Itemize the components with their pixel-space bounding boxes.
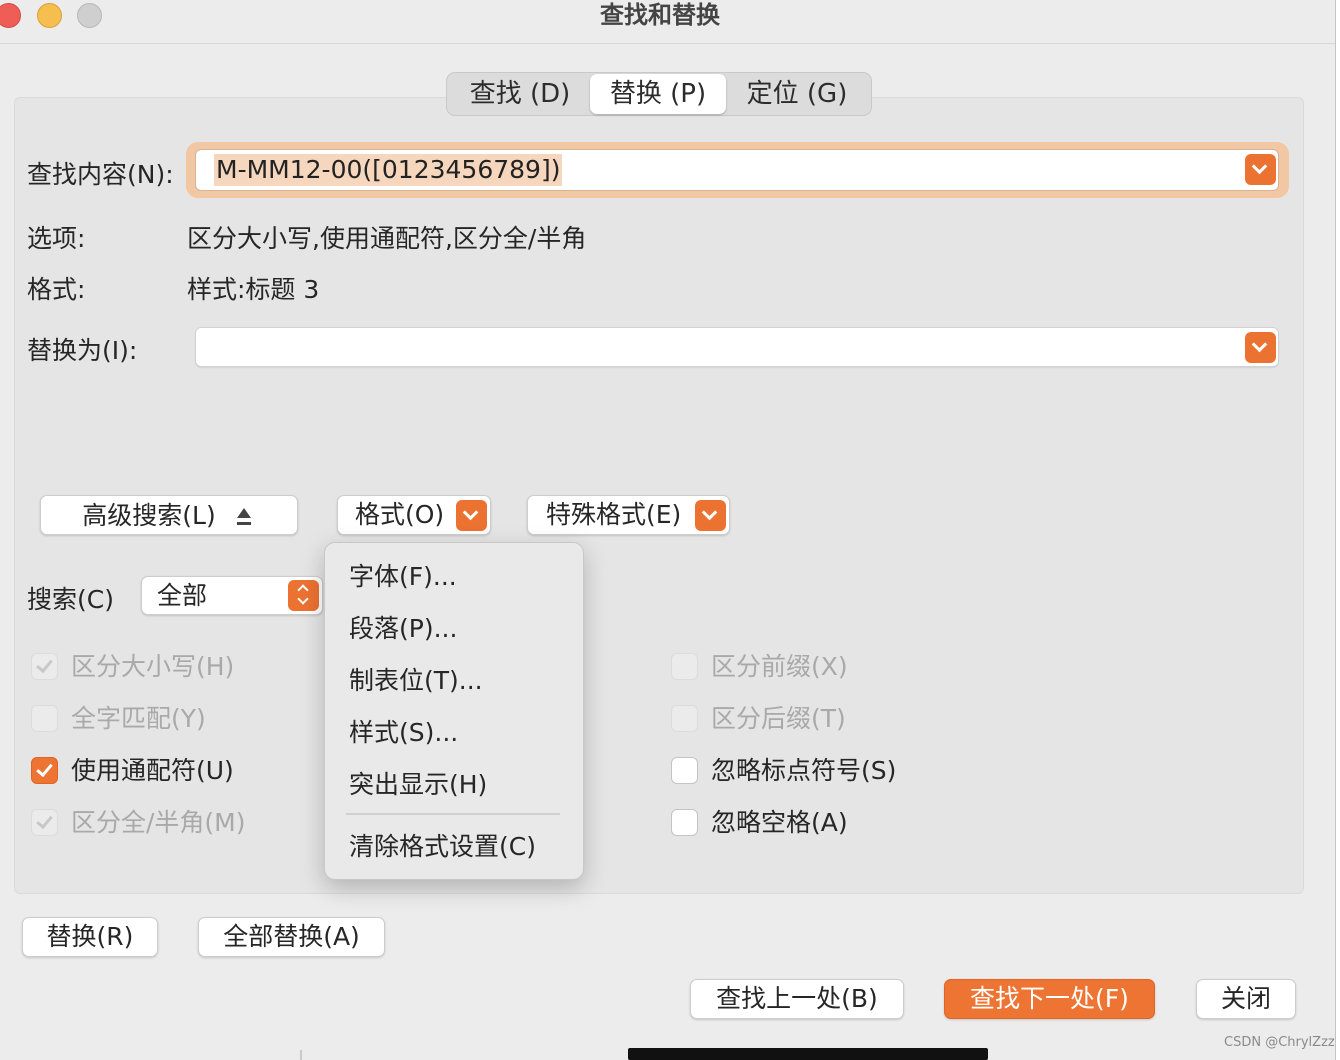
checkbox-box — [671, 705, 698, 732]
find-input-value: M-MM12-00([0123456789]) — [214, 154, 563, 186]
window-edge — [1336, 0, 1340, 1060]
checkmark-icon — [36, 759, 53, 778]
menu-item-font[interactable]: 字体(F)... — [349, 561, 457, 593]
tab-bar: 查找 (D) 替换 (P) 定位 (G) — [446, 72, 872, 116]
format-button[interactable]: 格式(O) — [337, 495, 491, 535]
checkmark-icon — [36, 811, 53, 830]
checkbox-box — [31, 757, 58, 784]
replace-label: 替换为(I): — [27, 336, 138, 365]
checkbox-box — [31, 705, 58, 732]
find-label: 查找内容(N): — [27, 160, 174, 189]
advanced-search-label: 高级搜索(L) — [82, 501, 216, 530]
watermark: CSDN @ChrylZzz — [1224, 1035, 1335, 1050]
window-title: 查找和替换 — [600, 1, 720, 29]
find-next-button[interactable]: 查找下一处(F) — [944, 979, 1155, 1019]
format-menu: 字体(F)... 段落(P)... 制表位(T)... 样式(S)... 突出显… — [324, 542, 584, 880]
advanced-search-button[interactable]: 高级搜索(L) — [40, 495, 298, 535]
menu-separator — [346, 813, 560, 815]
replace-input[interactable] — [195, 327, 1279, 367]
format-value: 样式:标题 3 — [187, 275, 320, 304]
collapse-caret-icon — [237, 508, 251, 525]
find-input[interactable]: M-MM12-00([0123456789]) — [195, 149, 1279, 191]
chevron-down-icon — [1251, 336, 1268, 353]
chevron-down-icon — [701, 504, 718, 521]
menu-item-paragraph[interactable]: 段落(P)... — [349, 613, 457, 645]
checkbox-box — [31, 653, 58, 680]
checkbox-box — [31, 809, 58, 836]
background-divider — [300, 1050, 302, 1060]
replace-button[interactable]: 替换(R) — [22, 917, 158, 957]
checkbox-box — [671, 653, 698, 680]
format-label: 格式: — [27, 275, 86, 304]
tab-goto[interactable]: 定位 (G) — [728, 74, 866, 114]
tab-replace[interactable]: 替换 (P) — [590, 74, 726, 114]
close-button[interactable]: 关闭 — [1196, 979, 1296, 1019]
replace-all-button[interactable]: 全部替换(A) — [198, 917, 385, 957]
find-replace-dialog: 查找和替换 查找 (D) 替换 (P) 定位 (G) 查找内容(N): M-MM… — [0, 0, 1336, 1060]
special-format-dropdown-button[interactable] — [695, 500, 726, 531]
checkbox-box — [671, 757, 698, 784]
select-stepper-icon[interactable] — [288, 580, 319, 611]
tab-find[interactable]: 查找 (D) — [451, 74, 589, 114]
chevron-down-icon — [462, 504, 479, 521]
background-document-fragment — [628, 1048, 988, 1060]
search-scope-value: 全部 — [157, 581, 208, 610]
special-format-label: 特殊格式(E) — [546, 500, 682, 529]
find-previous-button[interactable]: 查找上一处(B) — [690, 979, 904, 1019]
title-bar: 查找和替换 — [0, 0, 1335, 44]
chevron-down-icon — [1251, 158, 1268, 175]
replace-history-dropdown-button[interactable] — [1245, 332, 1276, 363]
checkmark-icon — [36, 655, 53, 674]
checkbox-box — [671, 809, 698, 836]
menu-item-highlight[interactable]: 突出显示(H) — [349, 769, 487, 801]
format-dropdown-button[interactable] — [456, 500, 487, 531]
options-label: 选项: — [27, 224, 86, 253]
special-format-button[interactable]: 特殊格式(E) — [527, 495, 730, 535]
search-scope-select[interactable]: 全部 — [141, 576, 323, 615]
find-history-dropdown-button[interactable] — [1245, 154, 1276, 185]
menu-item-clear-formatting[interactable]: 清除格式设置(C) — [349, 831, 536, 863]
menu-item-style[interactable]: 样式(S)... — [349, 717, 458, 749]
menu-item-tabs[interactable]: 制表位(T)... — [349, 665, 483, 697]
options-value: 区分大小写,使用通配符,区分全/半角 — [187, 224, 587, 253]
format-button-label: 格式(O) — [355, 500, 445, 529]
search-scope-label: 搜索(C) — [27, 585, 114, 614]
